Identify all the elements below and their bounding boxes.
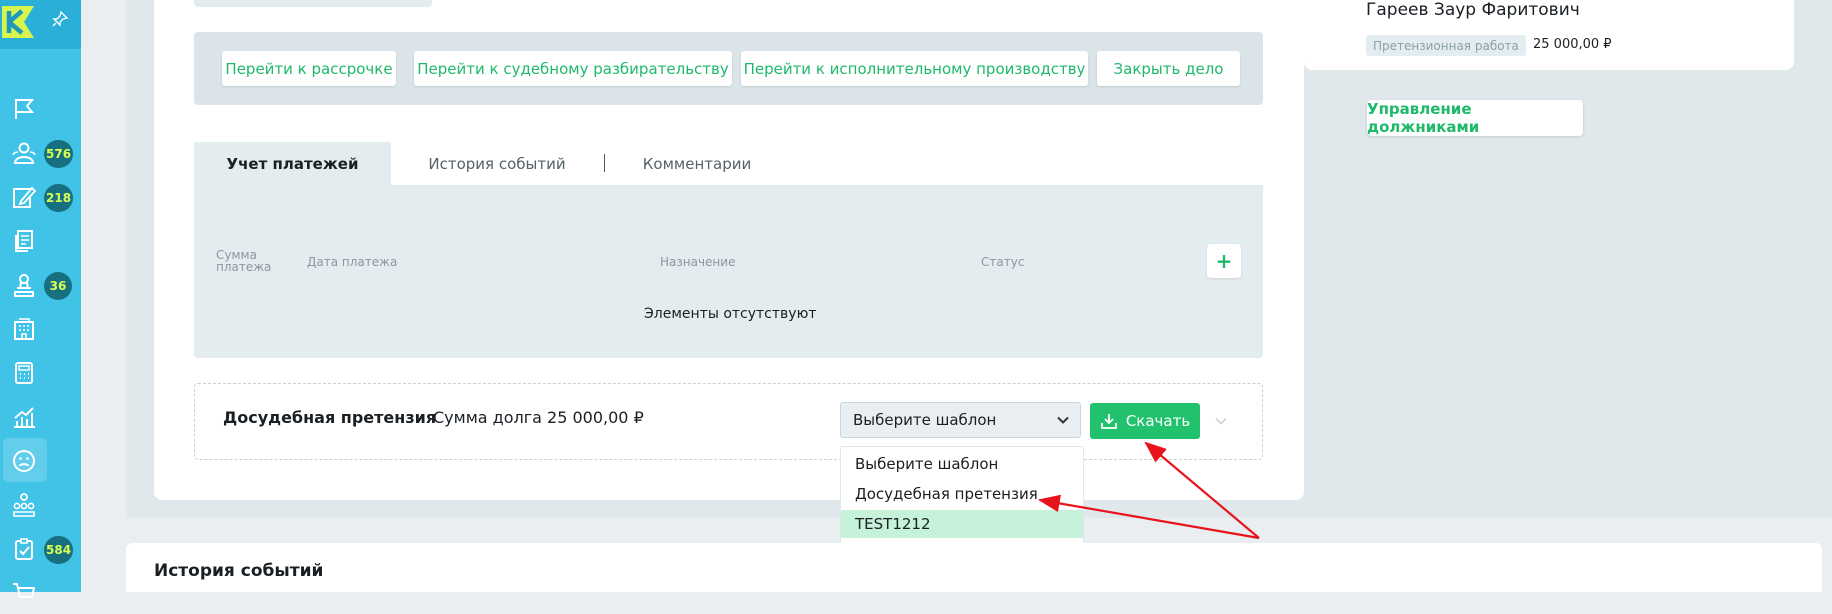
- debtor-name[interactable]: Гареев Заур Фаритович: [1366, 0, 1580, 20]
- checklist-icon: [15, 538, 33, 560]
- template-option[interactable]: Досудебная претензия: [841, 480, 1083, 508]
- calculator-icon: [15, 362, 33, 384]
- sidebar-item-analytics[interactable]: [0, 394, 81, 438]
- installment-button[interactable]: Перейти к рассрочке: [222, 51, 396, 86]
- logo-area: [0, 0, 81, 49]
- sidebar-item-documents[interactable]: [0, 218, 81, 262]
- column-header-sum-line2: платежа: [216, 260, 272, 274]
- chevron-down-icon: [1057, 416, 1069, 424]
- sidebar-item-court[interactable]: 36: [0, 262, 81, 306]
- event-history-card: [126, 543, 1822, 592]
- top-chip: [194, 0, 432, 7]
- sidebar-item-organizations[interactable]: [0, 306, 81, 350]
- download-button[interactable]: Скачать: [1090, 403, 1200, 439]
- column-header-status[interactable]: Статус: [981, 255, 1024, 269]
- claim-title: Досудебная претензия: [223, 408, 437, 427]
- court-count-badge: 36: [44, 272, 72, 300]
- tasks-count-badge: 218: [44, 184, 74, 212]
- tab-history[interactable]: История событий: [410, 142, 584, 185]
- pin-icon[interactable]: [51, 10, 69, 28]
- cart-icon: [13, 583, 36, 598]
- checklist-count-badge: 584: [44, 536, 74, 564]
- status-badge: Претензионная работа: [1366, 35, 1526, 56]
- download-icon: [1100, 414, 1117, 429]
- clients-count-badge: 576: [44, 140, 74, 168]
- hierarchy-icon: [13, 493, 35, 517]
- event-history-title: История событий: [154, 561, 324, 581]
- debt-amount: 25 000,00 ₽: [1533, 37, 1612, 52]
- download-label: Скачать: [1125, 412, 1191, 430]
- building-icon: [14, 318, 34, 340]
- judge-icon: [14, 274, 34, 297]
- claim-debt-sum: Сумма долга 25 000,00 ₽: [433, 408, 644, 427]
- sidebar-item-calculator[interactable]: [0, 350, 81, 394]
- flag-icon: [15, 99, 35, 119]
- template-dropdown: Выберите шаблон Досудебная претензия TES…: [840, 446, 1084, 544]
- sidebar-item-cases[interactable]: [0, 86, 81, 130]
- template-option[interactable]: Выберите шаблон: [841, 450, 1083, 478]
- close-case-button[interactable]: Закрыть дело: [1097, 51, 1240, 86]
- template-select-value: Выберите шаблон: [853, 411, 997, 429]
- sidebar-item-tasks[interactable]: 218: [0, 174, 81, 218]
- logo-k-icon[interactable]: [0, 4, 38, 40]
- sad-face-icon: [13, 450, 35, 472]
- payments-panel: [194, 185, 1263, 358]
- tab-comments[interactable]: Комментарии: [630, 142, 764, 185]
- template-option-selected[interactable]: TEST1212: [841, 510, 1083, 538]
- column-header-date[interactable]: Дата платежа: [307, 255, 397, 269]
- manage-debtors-button[interactable]: Управление должниками: [1367, 100, 1583, 136]
- chart-icon: [14, 407, 35, 428]
- tab-separator: [604, 154, 605, 172]
- court-button[interactable]: Перейти к судебному разбирательству: [414, 51, 732, 86]
- tab-payments[interactable]: Учет платежей: [194, 142, 391, 185]
- add-payment-button[interactable]: +: [1207, 244, 1241, 278]
- sidebar-item-clients[interactable]: 576: [0, 130, 81, 174]
- collapse-chevron-icon[interactable]: [1214, 414, 1228, 428]
- sidebar-item-debtors[interactable]: [0, 438, 81, 482]
- sidebar-item-cart[interactable]: [0, 570, 81, 614]
- template-select[interactable]: Выберите шаблон: [840, 402, 1081, 438]
- sidebar-item-checklist[interactable]: 584: [0, 526, 81, 570]
- column-header-purpose[interactable]: Назначение: [660, 255, 735, 269]
- column-header-sum[interactable]: Сумма платежа: [216, 249, 271, 273]
- empty-state-text: Элементы отсутствуют: [644, 306, 817, 322]
- documents-icon: [15, 230, 33, 252]
- people-icon: [12, 142, 36, 164]
- sidebar-item-structure[interactable]: [0, 482, 81, 526]
- enforcement-button[interactable]: Перейти к исполнительному производству: [741, 51, 1088, 86]
- edit-icon: [13, 186, 37, 208]
- sidebar: 576 218 36 584: [0, 0, 81, 598]
